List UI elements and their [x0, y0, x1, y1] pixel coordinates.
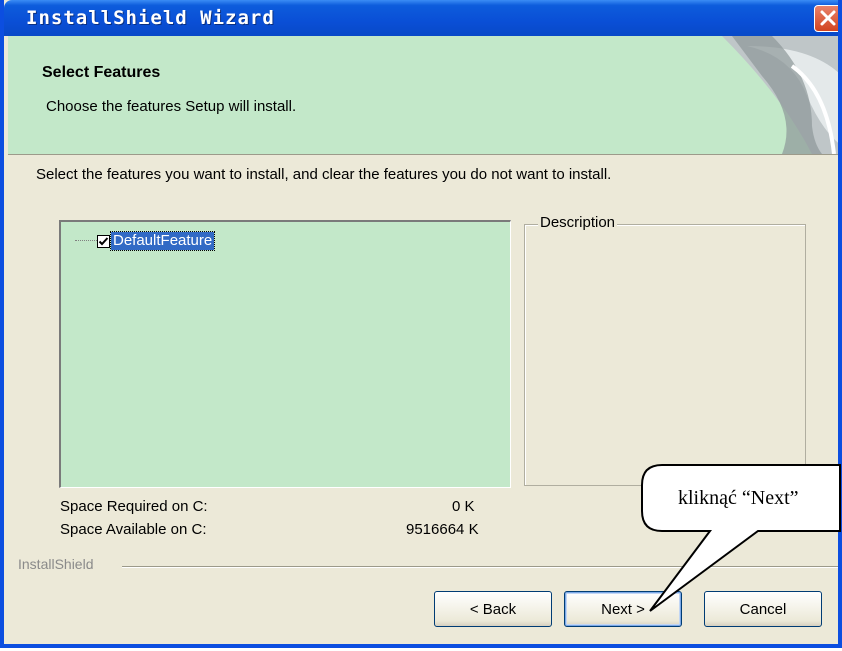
tree-connector [75, 240, 97, 241]
title-bar[interactable]: InstallShield Wizard [4, 0, 838, 36]
checkmark-icon [98, 236, 109, 245]
back-button-label: < Back [469, 600, 517, 618]
page-subtitle: Choose the features Setup will install. [46, 98, 297, 115]
feature-checkbox[interactable] [97, 234, 110, 248]
space-required-value: 0 K [452, 498, 475, 515]
back-button[interactable]: < Back [434, 591, 552, 627]
next-button-label: Next > [601, 600, 645, 618]
space-required-label: Space Required on C: [60, 498, 208, 515]
description-label: Description [538, 214, 618, 231]
description-groupbox [524, 224, 806, 486]
feature-tree[interactable]: DefaultFeature [59, 220, 511, 488]
page-title: Select Features [42, 64, 161, 81]
space-available-label: Space Available on C: [60, 521, 207, 538]
callout-text: kliknąć “Next” [678, 487, 799, 509]
installshield-brand: InstallShield [18, 556, 94, 572]
instruction-text: Select the features you want to install,… [36, 166, 612, 183]
space-available-value: 9516664 K [406, 521, 479, 538]
window-title: InstallShield Wizard [26, 7, 275, 29]
feature-item[interactable]: DefaultFeature [97, 231, 216, 251]
close-button[interactable] [814, 5, 838, 32]
installshield-logo-art [662, 36, 838, 159]
feature-label[interactable]: DefaultFeature [109, 231, 216, 251]
wizard-header: Select Features Choose the features Setu… [8, 36, 838, 155]
